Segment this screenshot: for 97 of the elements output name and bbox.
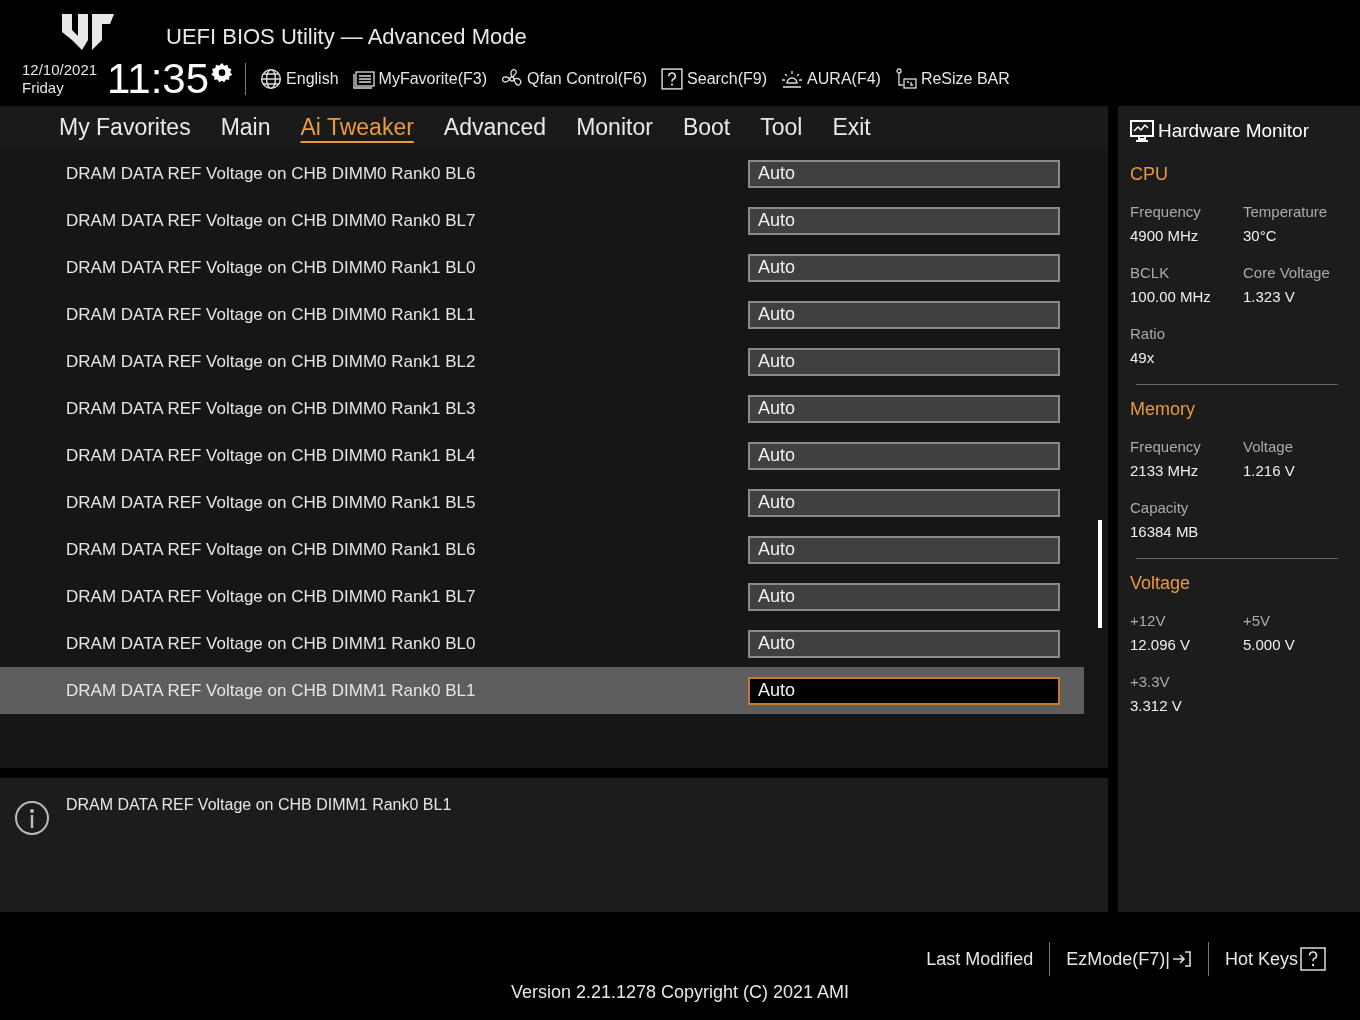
setting-label: DRAM DATA REF Voltage on CHB DIMM0 Rank1 BL3 bbox=[66, 398, 476, 419]
chip-icon bbox=[894, 68, 917, 91]
toolbar-button[interactable]: English bbox=[260, 68, 339, 91]
section-title: Memory bbox=[1130, 399, 1196, 420]
setting-label: DRAM DATA REF Voltage on CHB DIMM0 Rank1 BL5 bbox=[66, 492, 476, 513]
reading-label: Temperature bbox=[1243, 203, 1329, 220]
globe-icon bbox=[260, 68, 283, 91]
reading-label: Frequency bbox=[1130, 203, 1202, 220]
info-icon bbox=[14, 800, 50, 836]
value-dropdown[interactable]: Auto bbox=[748, 488, 1060, 517]
setting-row[interactable]: DRAM DATA REF Voltage on CHB DIMM0 Rank1 BL7 Auto bbox=[0, 573, 1084, 620]
toolbar-button[interactable]: Qfan Control(F6) bbox=[501, 68, 648, 91]
setting-label: DRAM DATA REF Voltage on CHB DIMM0 Rank0 BL6 bbox=[66, 163, 476, 184]
setting-row[interactable]: DRAM DATA REF Voltage on CHB DIMM0 Rank1 BL1 Auto bbox=[0, 291, 1084, 338]
setting-label: DRAM DATA REF Voltage on CHB DIMM1 Rank0 BL1 bbox=[66, 680, 476, 701]
footer-button[interactable]: EzMode(F7)| bbox=[1050, 948, 1208, 970]
panel-title: Hardware Monitor bbox=[1158, 120, 1309, 142]
menu-tab[interactable]: Main bbox=[205, 109, 286, 145]
reading-value: 49x bbox=[1130, 349, 1156, 366]
value-dropdown[interactable]: Auto bbox=[748, 394, 1060, 423]
setting-row[interactable]: DRAM DATA REF Voltage on CHB DIMM0 Rank1 BL0 Auto bbox=[0, 244, 1084, 291]
value-dropdown[interactable]: Auto bbox=[748, 676, 1060, 705]
menu-tab[interactable]: Tool bbox=[745, 109, 818, 145]
menu-tab[interactable]: Advanced bbox=[428, 109, 562, 145]
menu-tab[interactable]: Monitor bbox=[561, 109, 668, 145]
setting-label: DRAM DATA REF Voltage on CHB DIMM0 Rank1 BL4 bbox=[66, 445, 476, 466]
reading-value: 3.312 V bbox=[1130, 697, 1183, 714]
value-dropdown[interactable]: Auto bbox=[748, 535, 1060, 564]
setting-label: DRAM DATA REF Voltage on CHB DIMM0 Rank1 BL7 bbox=[66, 586, 476, 607]
reading-label: Capacity bbox=[1130, 499, 1190, 516]
help-text: DRAM DATA REF Voltage on CHB DIMM1 Rank0 BL1 bbox=[66, 796, 452, 814]
footer-button[interactable]: Hot Keys bbox=[1208, 947, 1342, 971]
menu-tab[interactable]: Boot bbox=[667, 109, 746, 145]
setting-row[interactable]: DRAM DATA REF Voltage on CHB DIMM1 Rank0 BL0 Auto bbox=[0, 620, 1084, 667]
reading-value: 1.323 V bbox=[1243, 288, 1296, 305]
value-dropdown[interactable]: Auto bbox=[748, 629, 1060, 658]
exit-arrow-icon bbox=[1171, 949, 1192, 969]
day-text: Friday bbox=[22, 79, 65, 98]
light-icon bbox=[781, 68, 804, 91]
reading-value: 1.216 V bbox=[1243, 462, 1296, 479]
reading-label: +5V bbox=[1243, 612, 1272, 629]
reading-label: BCLK bbox=[1130, 264, 1171, 281]
value-dropdown[interactable]: Auto bbox=[748, 206, 1060, 235]
reading-value: 5.000 V bbox=[1243, 636, 1296, 653]
value-dropdown[interactable]: Auto bbox=[748, 347, 1060, 376]
setting-row[interactable]: DRAM DATA REF Voltage on CHB DIMM0 Rank1 BL6 Auto bbox=[0, 526, 1084, 573]
menu-tab[interactable]: Ai Tweaker bbox=[285, 109, 429, 145]
setting-row[interactable]: DRAM DATA REF Voltage on CHB DIMM0 Rank1 BL5 Auto bbox=[0, 479, 1084, 526]
logo-icon bbox=[60, 12, 116, 53]
setting-label: DRAM DATA REF Voltage on CHB DIMM0 Rank1 BL2 bbox=[66, 351, 476, 372]
reading-label: Frequency bbox=[1130, 438, 1202, 455]
value-dropdown[interactable]: Auto bbox=[748, 253, 1060, 282]
list-icon bbox=[352, 68, 375, 91]
setting-row[interactable]: DRAM DATA REF Voltage on CHB DIMM1 Rank0 BL1 Auto bbox=[0, 667, 1084, 714]
toolbar-button[interactable]: AURA(F4) bbox=[781, 68, 881, 91]
reading-value: 100.00 MHz bbox=[1130, 288, 1212, 305]
setting-label: DRAM DATA REF Voltage on CHB DIMM0 Rank1 BL6 bbox=[66, 539, 476, 560]
question-box-icon bbox=[1300, 947, 1326, 971]
reading-value: 16384 MB bbox=[1130, 523, 1200, 540]
setting-label: DRAM DATA REF Voltage on CHB DIMM0 Rank1 BL0 bbox=[66, 257, 476, 278]
value-dropdown[interactable]: Auto bbox=[748, 582, 1060, 611]
menu-tab[interactable]: My Favorites bbox=[44, 109, 206, 145]
reading-value: 30°C bbox=[1243, 227, 1278, 244]
setting-row[interactable]: DRAM DATA REF Voltage on CHB DIMM0 Rank1 BL4 Auto bbox=[0, 432, 1084, 479]
setting-row[interactable]: DRAM DATA REF Voltage on CHB DIMM0 Rank0 BL7 Auto bbox=[0, 197, 1084, 244]
reading-label: Ratio bbox=[1130, 325, 1167, 342]
value-dropdown[interactable]: Auto bbox=[748, 441, 1060, 470]
toolbar-button[interactable]: ReSize BAR bbox=[894, 68, 1010, 91]
setting-row[interactable]: DRAM DATA REF Voltage on CHB DIMM0 Rank1 BL3 Auto bbox=[0, 385, 1084, 432]
question-box-icon bbox=[661, 68, 684, 91]
menu-tab[interactable]: Exit bbox=[817, 109, 886, 145]
window-title: UEFI BIOS Utility — Advanced Mode bbox=[166, 24, 527, 52]
setting-label: DRAM DATA REF Voltage on CHB DIMM1 Rank0 BL0 bbox=[66, 633, 476, 654]
value-dropdown[interactable]: Auto bbox=[748, 159, 1060, 188]
reading-value: 2133 MHz bbox=[1130, 462, 1200, 479]
reading-label: Core Voltage bbox=[1243, 264, 1331, 281]
setting-row[interactable]: DRAM DATA REF Voltage on CHB DIMM0 Rank0 BL6 Auto bbox=[0, 150, 1084, 197]
version-text: Version 2.21.1278 Copyright (C) 2021 AMI bbox=[510, 982, 850, 1003]
monitor-icon bbox=[1130, 120, 1154, 142]
scrollbar-thumb[interactable] bbox=[1098, 520, 1102, 628]
settings-icon[interactable] bbox=[211, 62, 234, 85]
footer-button[interactable]: Last Modified bbox=[910, 948, 1050, 970]
reading-value: 4900 MHz bbox=[1130, 227, 1200, 244]
setting-row[interactable]: DRAM DATA REF Voltage on CHB DIMM0 Rank1 BL2 Auto bbox=[0, 338, 1084, 385]
setting-label: DRAM DATA REF Voltage on CHB DIMM0 Rank1 BL1 bbox=[66, 304, 476, 325]
reading-value: 12.096 V bbox=[1130, 636, 1192, 653]
setting-label: DRAM DATA REF Voltage on CHB DIMM0 Rank0 BL7 bbox=[66, 210, 476, 231]
section-title: Voltage bbox=[1130, 573, 1192, 594]
clock-time: 11:35 bbox=[107, 58, 210, 101]
reading-label: +3.3V bbox=[1130, 673, 1171, 690]
section-title: CPU bbox=[1130, 164, 1169, 185]
reading-label: +12V bbox=[1130, 612, 1167, 629]
reading-label: Voltage bbox=[1243, 438, 1295, 455]
toolbar-button[interactable]: MyFavorite(F3) bbox=[352, 68, 487, 91]
date-text: 12/10/2021 bbox=[22, 61, 98, 80]
value-dropdown[interactable]: Auto bbox=[748, 300, 1060, 329]
toolbar-button[interactable]: Search(F9) bbox=[661, 68, 768, 91]
